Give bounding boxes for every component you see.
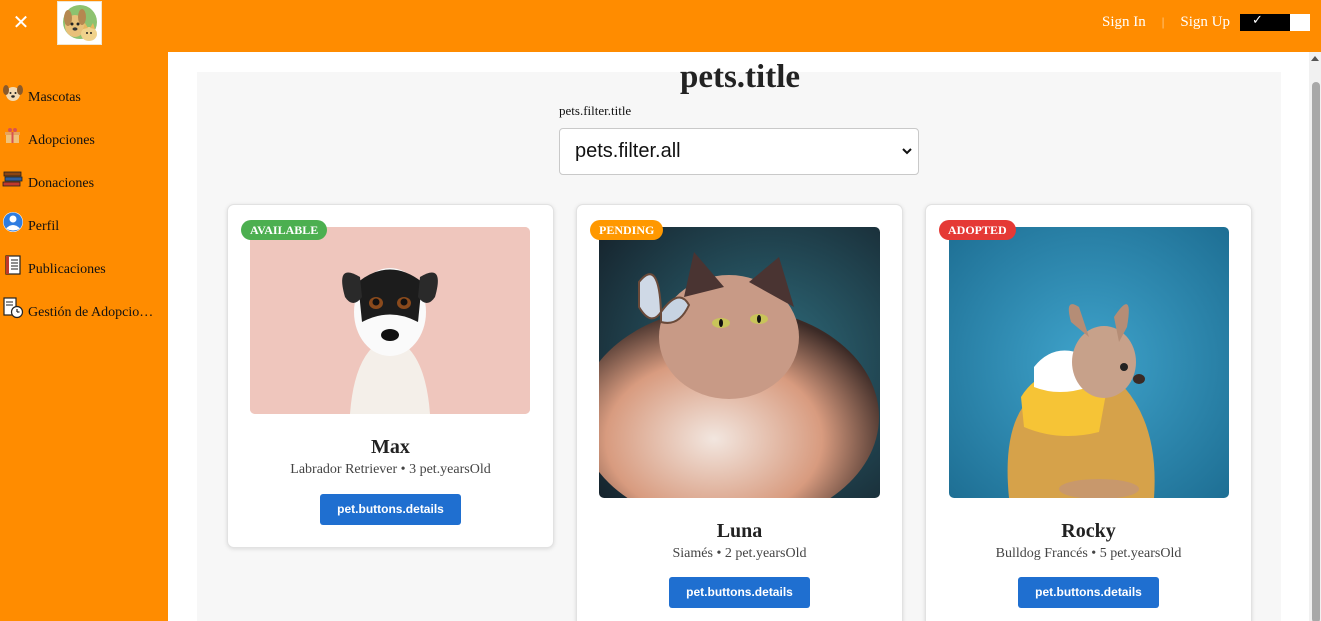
books-icon [2, 168, 24, 190]
sidebar-item-mascotas[interactable]: Mascotas [2, 82, 162, 108]
sidebar-item-donaciones[interactable]: Donaciones [2, 168, 162, 194]
sidebar-item-label: Gestión de Adopciones [28, 305, 156, 320]
sidebar-item-label: Perfil [28, 219, 60, 234]
dog-face-icon [2, 82, 24, 104]
pet-filter-select[interactable]: pets.filter.all [559, 128, 919, 175]
sidebar-item-label: Publicaciones [28, 262, 106, 277]
scrollbar[interactable] [1309, 52, 1321, 621]
pet-card-rocky: ADOPTED Rocky Bulldog Francés • 5 pet.ye… [925, 204, 1252, 621]
close-icon[interactable]: ✕ [10, 10, 32, 34]
pet-photo-max [250, 227, 530, 414]
pet-card-max: AVAILABLE Max Labrador Retriever • 3 pet… [227, 204, 554, 548]
chevron-down-icon [900, 142, 914, 160]
sidebar: Mascotas Adopciones Donaciones Perfil Pu… [0, 52, 168, 621]
sidebar-item-perfil[interactable]: Perfil [2, 211, 162, 237]
gift-box-icon [2, 125, 24, 147]
details-button[interactable]: pet.buttons.details [669, 577, 810, 608]
user-icon [2, 211, 24, 233]
scroll-thumb[interactable] [1312, 82, 1320, 621]
sidebar-item-label: Donaciones [28, 176, 95, 191]
auth-links: Sign In | Sign Up ✓ [1102, 0, 1321, 44]
pet-name: Rocky [1061, 520, 1116, 542]
sign-in-link[interactable]: Sign In [1102, 14, 1146, 31]
ledger-icon [2, 254, 24, 276]
status-badge: ADOPTED [939, 220, 1016, 240]
filter-selected-value: pets.filter.all [575, 140, 681, 162]
pet-photo-rocky [949, 227, 1229, 498]
pet-info: Labrador Retriever • 3 pet.yearsOld [290, 462, 491, 477]
document-clock-icon [2, 297, 24, 319]
dog-and-cat-logo[interactable] [57, 1, 102, 45]
status-badge: AVAILABLE [241, 220, 328, 240]
pet-card-luna: PENDING Luna Siamés • 2 pet.yearsOld pet… [576, 204, 903, 621]
filter-label: pets.filter.title [559, 103, 632, 118]
separator: | [1161, 14, 1165, 29]
pet-info: Siamés • 2 pet.yearsOld [672, 546, 807, 561]
details-button[interactable]: pet.buttons.details [1018, 577, 1159, 608]
pet-info: Bulldog Francés • 5 pet.yearsOld [995, 546, 1182, 561]
sidebar-item-label: Mascotas [28, 90, 81, 105]
sidebar-item-publicaciones[interactable]: Publicaciones [2, 254, 162, 280]
sidebar-item-label: Adopciones [28, 133, 95, 148]
pet-name: Max [371, 436, 410, 458]
scroll-up-arrow-icon[interactable] [1311, 56, 1319, 61]
page-title: pets.title [679, 59, 801, 95]
pet-photo-luna [599, 227, 880, 498]
details-button[interactable]: pet.buttons.details [320, 494, 461, 525]
sign-up-link[interactable]: Sign Up [1180, 14, 1230, 31]
toggle-track [1240, 13, 1290, 31]
sidebar-item-adopciones[interactable]: Adopciones [2, 125, 162, 151]
theme-toggle[interactable]: ✓ [1240, 12, 1310, 31]
top-bar: ✕ Sign In | Sign Up ✓ [0, 0, 1321, 52]
pet-name: Luna [716, 520, 763, 542]
sidebar-item-gestion-adopciones[interactable]: Gestión de Adopciones [2, 297, 162, 323]
status-badge: PENDING [590, 220, 664, 240]
checkmark-icon: ✓ [1252, 12, 1263, 28]
